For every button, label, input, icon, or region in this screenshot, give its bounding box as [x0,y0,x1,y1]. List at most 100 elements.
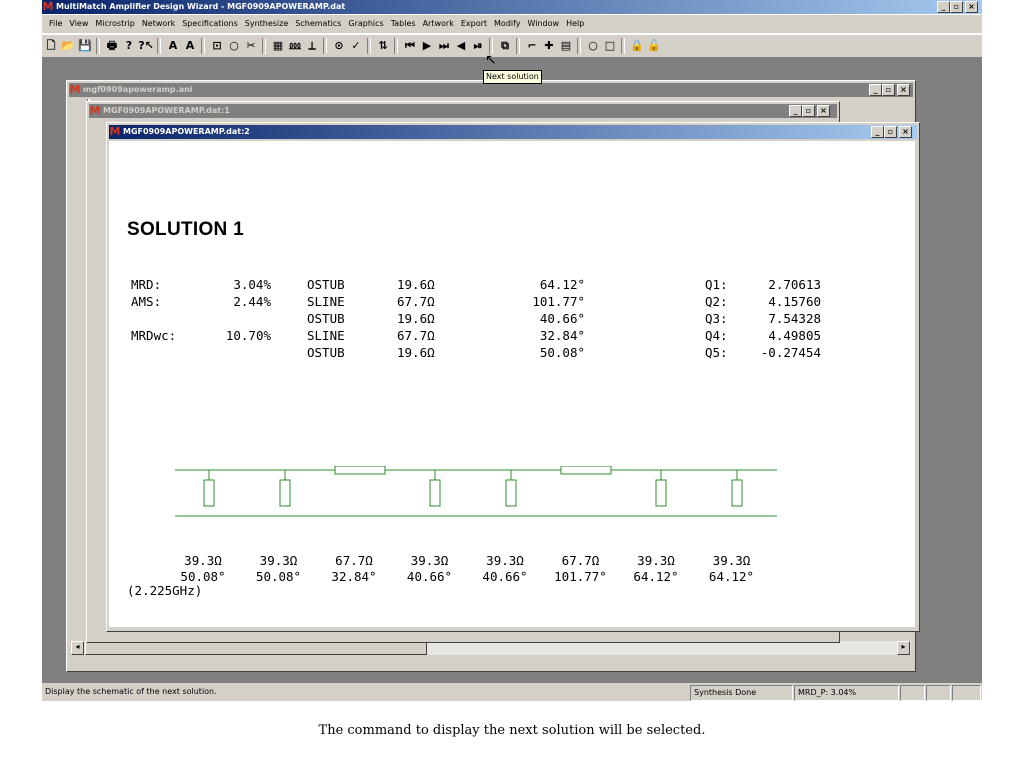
series-line [334,466,386,475]
end-icon[interactable]: ⏯ [470,38,486,54]
ani-minimize-button[interactable]: _ [869,84,882,96]
q-label: Q3: [705,311,728,326]
dat1-maximize-button[interactable]: ▫ [802,105,815,117]
prev-icon[interactable]: ◀ [453,38,469,54]
toolbar-separator [323,38,327,54]
solution-heading: SOLUTION 1 [127,219,245,240]
menu-artwork[interactable]: Artwork [423,19,454,28]
dat2-minimize-button[interactable]: _ [871,126,884,138]
element-type: OSTUB [307,277,345,292]
toolbar-separator [262,38,266,54]
q-value: 2.70613 [768,277,821,292]
mrd-label: MRD: [131,277,162,292]
schematic-impedance-label: 39.3Ω [410,553,449,568]
connect-icon[interactable]: ⟂ [304,38,320,54]
menu-help[interactable]: Help [566,19,584,28]
dat2-title-text: MGF0909APOWERAMP.dat:2 [123,127,250,136]
open-icon[interactable]: 📂 [60,38,76,54]
horizontal-scrollbar[interactable]: ◂ ▸ [71,641,911,655]
dat1-title-text: MGF0909APOWERAMP.dat:1 [103,106,230,115]
element-angle: 40.66° [539,311,585,326]
last-solution-icon[interactable]: ⏭ [436,38,452,54]
menu-network[interactable]: Network [142,19,175,28]
dat2-close-button[interactable]: × [899,126,912,138]
menu-microstrip[interactable]: Microstrip [95,19,134,28]
next-solution-icon[interactable]: ▶ [419,38,435,54]
status-message: Display the schematic of the next soluti… [45,687,217,696]
multimatch-logo-icon: M [109,124,121,138]
ani-close-button[interactable]: × [897,84,910,96]
schematic-angle-label: 32.84° [331,569,377,584]
check-icon[interactable]: ✓ [348,38,364,54]
menu-graphics[interactable]: Graphics [348,19,383,28]
dat2-maximize-button[interactable]: ▫ [884,126,897,138]
mrd-label: MRDwc: [131,328,177,343]
schematic-angle-label: 50.08° [255,569,302,584]
menu-export[interactable]: Export [461,19,487,28]
save-icon[interactable]: 💾 [77,38,93,54]
bracket-icon[interactable]: ⌐ [524,38,540,54]
scroll-left-button[interactable]: ◂ [71,641,84,655]
context-help-icon[interactable]: ?↖ [138,38,154,54]
square-icon[interactable]: □ [602,38,618,54]
toolbar-separator [621,38,625,54]
first-solution-icon[interactable]: ⏮ [402,38,418,54]
schematic-angle-label: 64.12° [708,569,755,584]
tool-a-icon[interactable]: A [165,38,181,54]
maximize-button[interactable]: ▫ [950,1,963,13]
q-value: 4.15760 [768,294,821,309]
menu-schematics[interactable]: Schematics [295,19,341,28]
toolbar-separator [394,38,398,54]
minimize-button[interactable]: _ [937,1,950,13]
dat1-minimize-button[interactable]: _ [789,105,802,117]
series-line [560,466,612,475]
element-type: SLINE [307,294,345,309]
menu-view[interactable]: View [69,19,88,28]
help-icon[interactable]: ? [121,38,137,54]
target-icon[interactable]: ⊙ [331,38,347,54]
menu-synthesize[interactable]: Synthesize [245,19,289,28]
menu-modify[interactable]: Modify [494,19,521,28]
element-impedance: 67.7Ω [397,294,435,309]
menu-specifications[interactable]: Specifications [182,19,238,28]
solution-content: SOLUTION 1 MRD: 3.04% AMS: 2.44% MRDwc: 10.70… [109,141,915,627]
print-icon[interactable]: 🖶 [104,38,120,54]
ring-icon[interactable]: ○ [585,38,601,54]
q-value: 7.54328 [768,311,821,326]
network-icon[interactable]: ⅏ [287,38,303,54]
toolbar-separator [577,38,581,54]
grid-icon[interactable]: ▦ [270,38,286,54]
new-icon[interactable]: 🗋 [43,38,59,54]
cross-icon[interactable]: ✚ [541,38,557,54]
lock-icon[interactable]: 🔒 [629,38,645,54]
schematic-impedance-label: 67.7Ω [335,553,373,568]
schematic-angle-label: 64.12° [633,569,679,584]
element-angle: 64.12° [539,277,585,292]
status-bar: Display the schematic of the next soluti… [42,683,982,701]
menu-tables[interactable]: Tables [391,19,416,28]
dat2-window[interactable]: M MGF0909APOWERAMP.dat:2 _ ▫ × SOLUTION 1… [106,122,920,632]
schematic-impedance-label: 39.3Ω [184,553,222,568]
schematic-angle-label: 40.66° [406,569,453,584]
ani-maximize-button[interactable]: ▫ [882,84,895,96]
ani-title-text: mgf0909apoweramp.ani [83,85,193,94]
dat1-close-button[interactable]: × [817,105,830,117]
lock2-icon[interactable]: 🔓 [646,38,662,54]
status-state: Synthesis Done [690,685,793,701]
cut-icon[interactable]: ✂ [243,38,259,54]
scroll-right-button[interactable]: ▸ [897,641,910,655]
scroll-thumb[interactable] [85,641,427,655]
tune-icon[interactable]: ⇅ [375,38,391,54]
list-icon[interactable]: ▤ [558,38,574,54]
circle-icon[interactable]: ○ [226,38,242,54]
close-button[interactable]: × [965,1,978,13]
tool-box-icon[interactable]: ⊡ [209,38,225,54]
element-type: OSTUB [307,311,345,326]
toolbar-separator [157,38,161,54]
tool-a2-icon[interactable]: A [182,38,198,54]
mrd-value: 3.04% [233,277,271,292]
schematic-angle-label: 40.66° [482,569,528,584]
menu-window[interactable]: Window [528,19,560,28]
menu-file[interactable]: File [49,19,62,28]
copy-icon[interactable]: ⧉ [497,38,513,54]
